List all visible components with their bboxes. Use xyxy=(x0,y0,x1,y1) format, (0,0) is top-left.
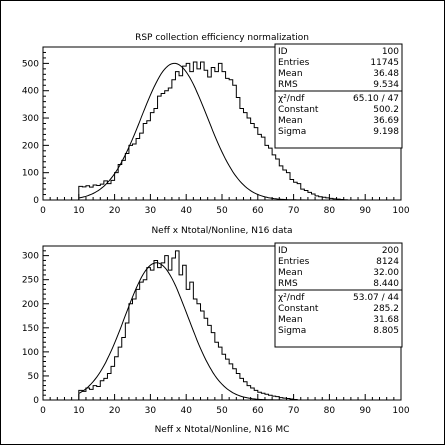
bottom-y-tick-label: 250 xyxy=(22,276,39,286)
bottom-x-tick-label: 30 xyxy=(145,406,157,416)
top-x-tick-label: 80 xyxy=(324,206,336,216)
bottom-x-tick-label: 100 xyxy=(392,406,409,416)
bottom-x-tick-label: 40 xyxy=(180,406,192,416)
bottom-fit-value: 31.68 xyxy=(373,315,399,325)
top-stats-value: 100 xyxy=(382,47,399,57)
top-y-tick-label: 0 xyxy=(33,196,39,206)
bottom-stats-label: Entries xyxy=(278,257,310,267)
top-stats-label: RMS xyxy=(278,80,298,90)
bottom-histogram-series xyxy=(78,250,298,401)
top-x-tick-label: 30 xyxy=(145,206,157,216)
top-fit-value: 500.2 xyxy=(373,105,399,115)
bottom-y-tick-label: 200 xyxy=(22,300,39,310)
bottom-fit-label: Sigma xyxy=(278,326,306,336)
top-stats-value: 11745 xyxy=(370,58,399,68)
top-fit-label: Sigma xyxy=(278,127,306,137)
bottom-fit-label: Constant xyxy=(278,304,319,314)
top-chart-title: RSP collection efficiency normalization xyxy=(135,33,309,43)
bottom-stats-label: Mean xyxy=(278,268,303,278)
bottom-fit-label: χ²/ndf xyxy=(278,293,305,303)
top-y-tick-label: 200 xyxy=(22,141,39,151)
top-fit-label: Constant xyxy=(278,105,319,115)
bottom-stats-value: 8124 xyxy=(376,257,399,267)
bottom-y-tick-label: 0 xyxy=(33,396,39,406)
bottom-stats-value: 8.440 xyxy=(373,279,399,289)
bottom-fit-value: 8.805 xyxy=(373,326,399,336)
top-stats-label: Entries xyxy=(278,58,310,68)
top-fit-label: Mean xyxy=(278,116,303,126)
bottom-x-tick-label: 70 xyxy=(288,406,300,416)
bottom-x-tick-label: 10 xyxy=(73,406,85,416)
bottom-stats-value: 32.00 xyxy=(373,268,399,278)
top-y-tick-label: 300 xyxy=(22,114,39,124)
bottom-x-tick-label: 60 xyxy=(252,406,264,416)
bottom-stats-value: 200 xyxy=(382,246,399,256)
top-stats-label: Mean xyxy=(278,69,303,79)
top-stats-label: ID xyxy=(278,47,288,57)
bottom-y-tick-label: 100 xyxy=(22,348,39,358)
top-x-tick-label: 20 xyxy=(109,206,121,216)
bottom-fit-value: 285.2 xyxy=(373,304,399,314)
top-x-tick-label: 0 xyxy=(40,206,46,216)
bottom-stats-label: RMS xyxy=(278,279,298,289)
bottom-x-tick-label: 50 xyxy=(216,406,228,416)
bottom-x-tick-label: 90 xyxy=(359,406,371,416)
histogram-figure: RSP collection efficiency normalization … xyxy=(0,0,445,445)
top-fit-value: 36.69 xyxy=(373,116,399,126)
top-x-tick-label: 70 xyxy=(288,206,300,216)
top-x-tick-label: 40 xyxy=(180,206,192,216)
top-chart-xlabel: Neff x Ntotal/Nonline, N16 data xyxy=(151,226,292,236)
top-x-tick-label: 50 xyxy=(216,206,228,216)
bottom-fit-label: Mean xyxy=(278,315,303,325)
bottom-stats-label: ID xyxy=(278,246,288,256)
bottom-chart-xlabel: Neff x Ntotal/Nonline, N16 MC xyxy=(155,425,290,435)
bottom-x-tick-label: 0 xyxy=(40,406,46,416)
top-x-tick-label: 100 xyxy=(392,206,409,216)
top-fit-value: 9.198 xyxy=(373,127,399,137)
top-stats-value: 9.534 xyxy=(373,80,399,90)
bottom-y-tick-label: 150 xyxy=(22,324,39,334)
top-fit-value: 65.10 / 47 xyxy=(353,94,399,104)
bottom-x-tick-label: 20 xyxy=(109,406,121,416)
top-y-tick-label: 100 xyxy=(22,169,39,179)
top-x-tick-label: 10 xyxy=(73,206,85,216)
top-y-tick-label: 500 xyxy=(22,59,39,69)
top-fit-label: χ²/ndf xyxy=(278,94,305,104)
bottom-y-tick-label: 300 xyxy=(22,252,39,262)
bottom-fit-value: 53.07 / 44 xyxy=(353,293,399,303)
bottom-x-tick-label: 80 xyxy=(324,406,336,416)
top-x-tick-label: 60 xyxy=(252,206,264,216)
top-y-tick-label: 400 xyxy=(22,87,39,97)
top-x-tick-label: 90 xyxy=(359,206,371,216)
bottom-y-tick-label: 50 xyxy=(28,372,40,382)
top-stats-value: 36.48 xyxy=(373,69,399,79)
chart-canvas: RSP collection efficiency normalization … xyxy=(0,0,445,445)
